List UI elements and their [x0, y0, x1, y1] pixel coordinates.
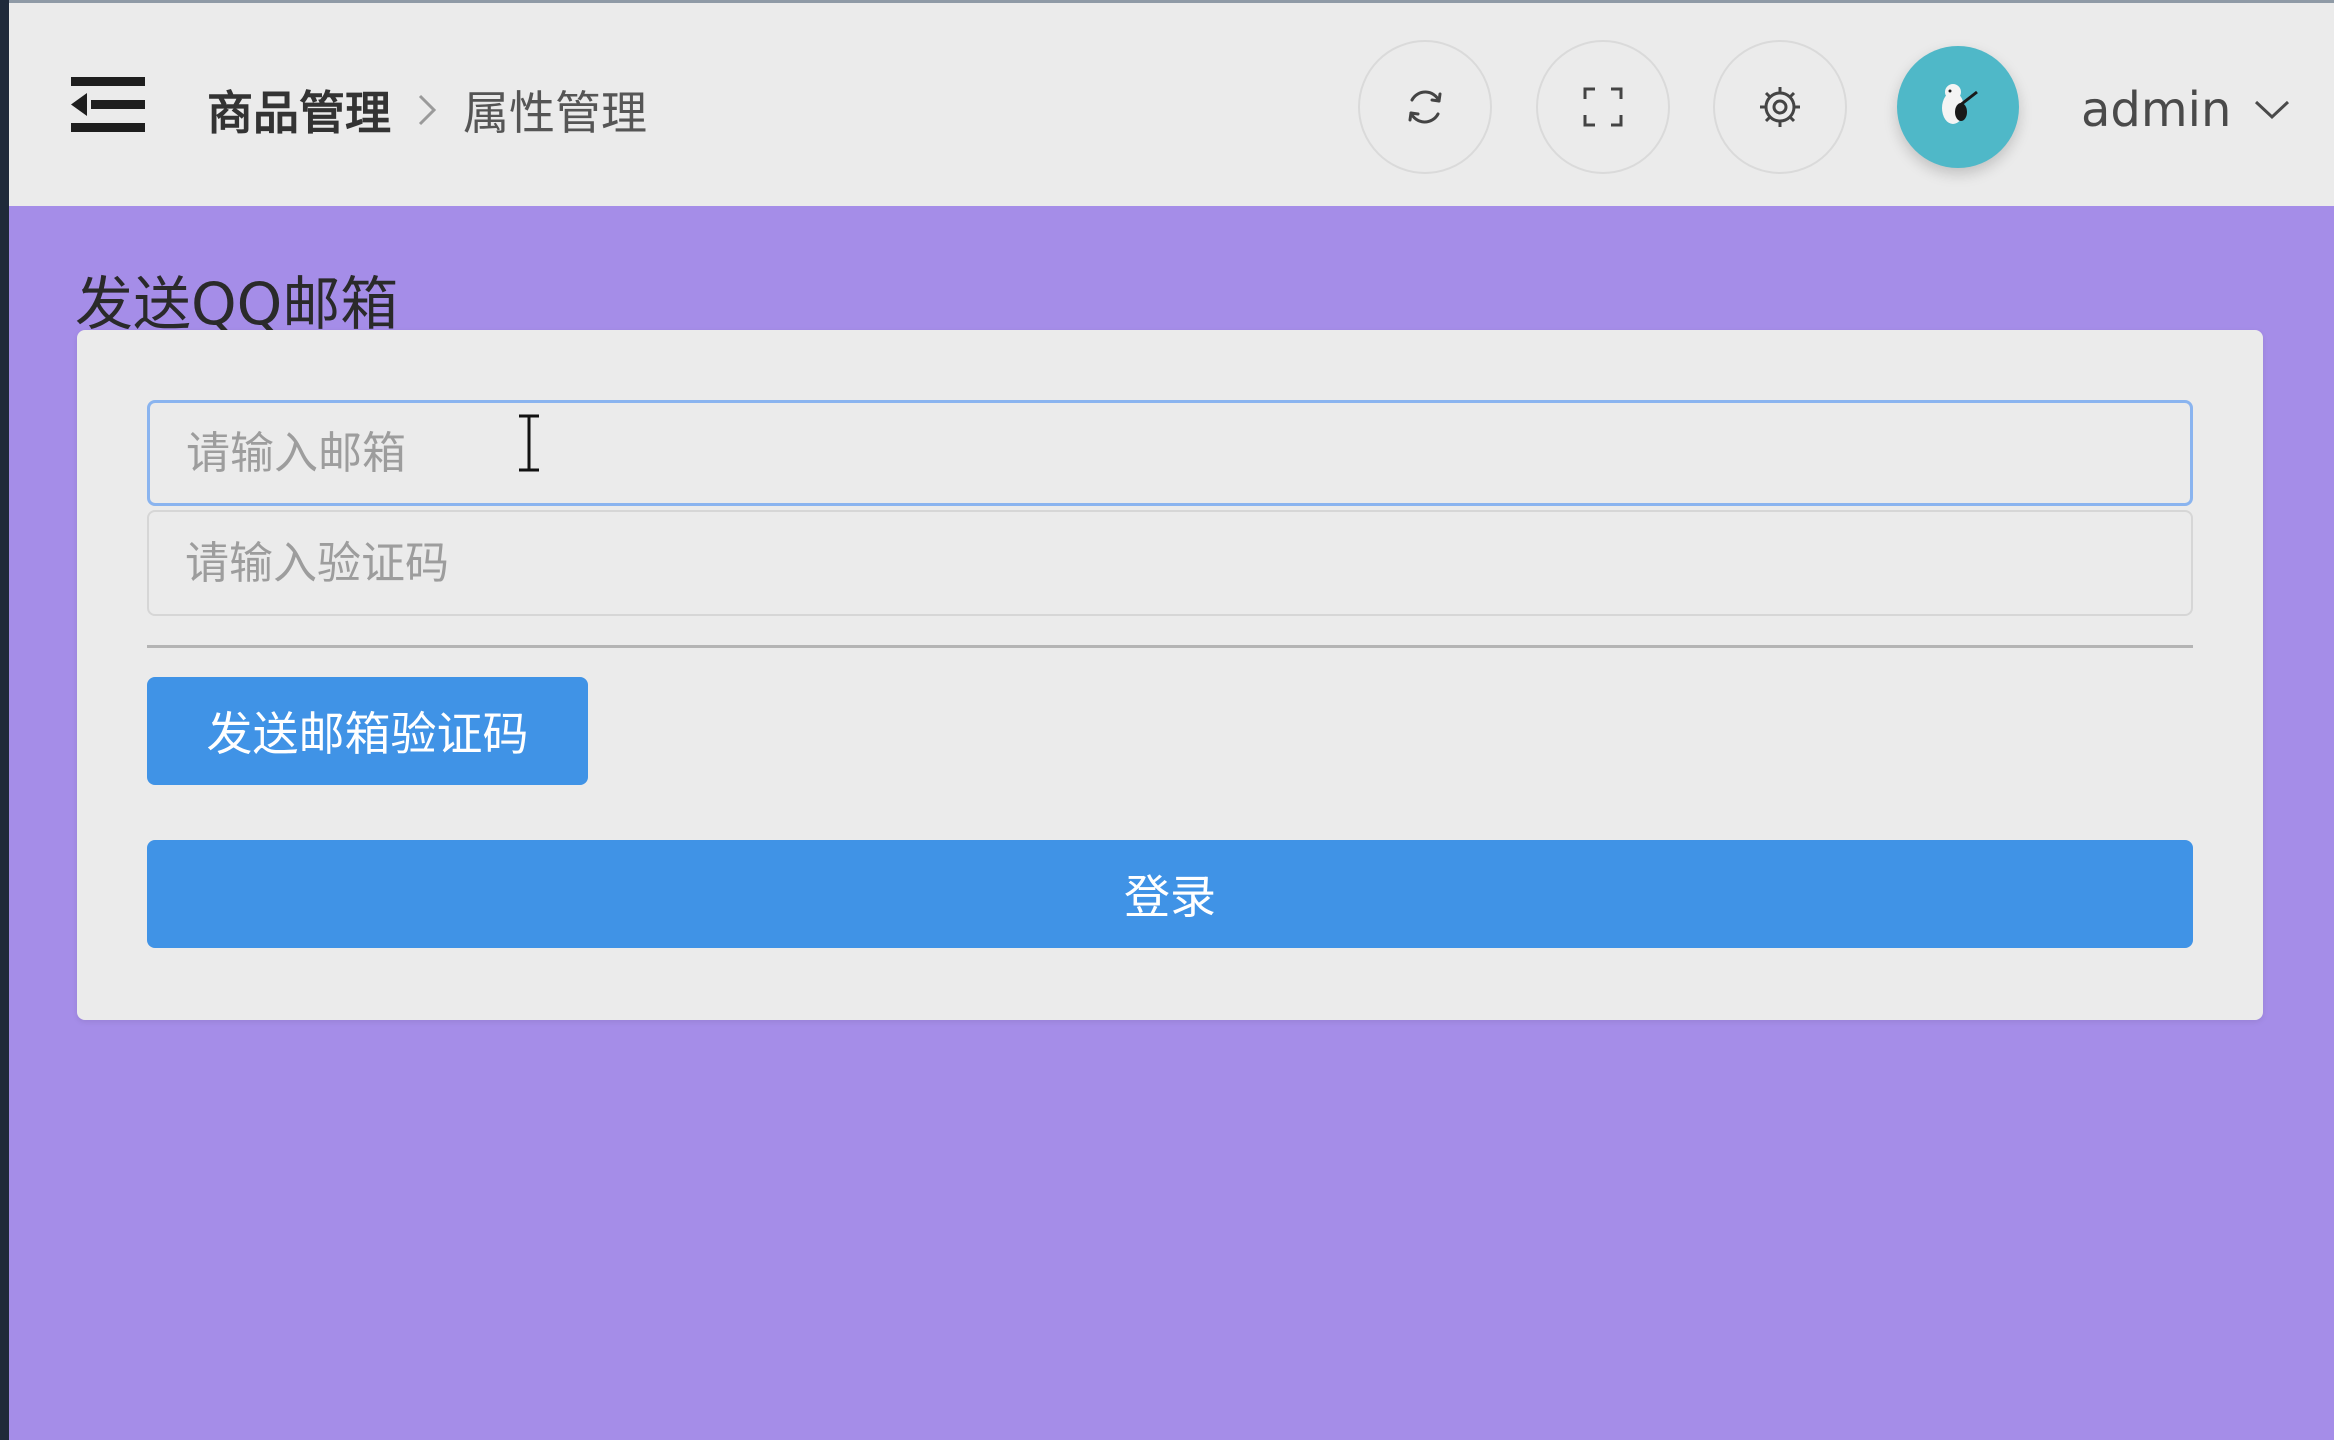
email-form-card: 发送邮箱验证码 登录	[77, 330, 2263, 1020]
breadcrumb-item-goods[interactable]: 商品管理	[207, 77, 391, 143]
verification-code-input[interactable]	[147, 510, 2193, 616]
menu-toggle-icon[interactable]	[71, 73, 145, 137]
refresh-icon	[1408, 90, 1442, 124]
settings-button[interactable]	[1713, 40, 1847, 174]
gear-icon	[1760, 87, 1800, 127]
breadcrumb: 商品管理 属性管理	[207, 75, 647, 145]
fullscreen-button[interactable]	[1536, 40, 1670, 174]
avatar-icon	[1942, 84, 1978, 124]
breadcrumb-item-attributes: 属性管理	[463, 86, 647, 140]
email-input[interactable]	[147, 400, 2193, 506]
chevron-down-icon	[2253, 98, 2291, 122]
refresh-button[interactable]	[1358, 40, 1492, 174]
send-code-button[interactable]: 发送邮箱验证码	[147, 677, 588, 785]
top-navbar: 商品管理 属性管理 admin	[9, 0, 2334, 206]
user-name: admin	[2081, 82, 2232, 138]
user-menu[interactable]: admin	[2081, 75, 2291, 145]
sidebar-edge	[0, 0, 9, 1440]
avatar[interactable]	[1897, 46, 2019, 168]
divider	[147, 645, 2193, 648]
login-button[interactable]: 登录	[147, 840, 2193, 948]
chevron-right-icon	[417, 93, 437, 127]
fullscreen-icon	[1583, 87, 1623, 127]
